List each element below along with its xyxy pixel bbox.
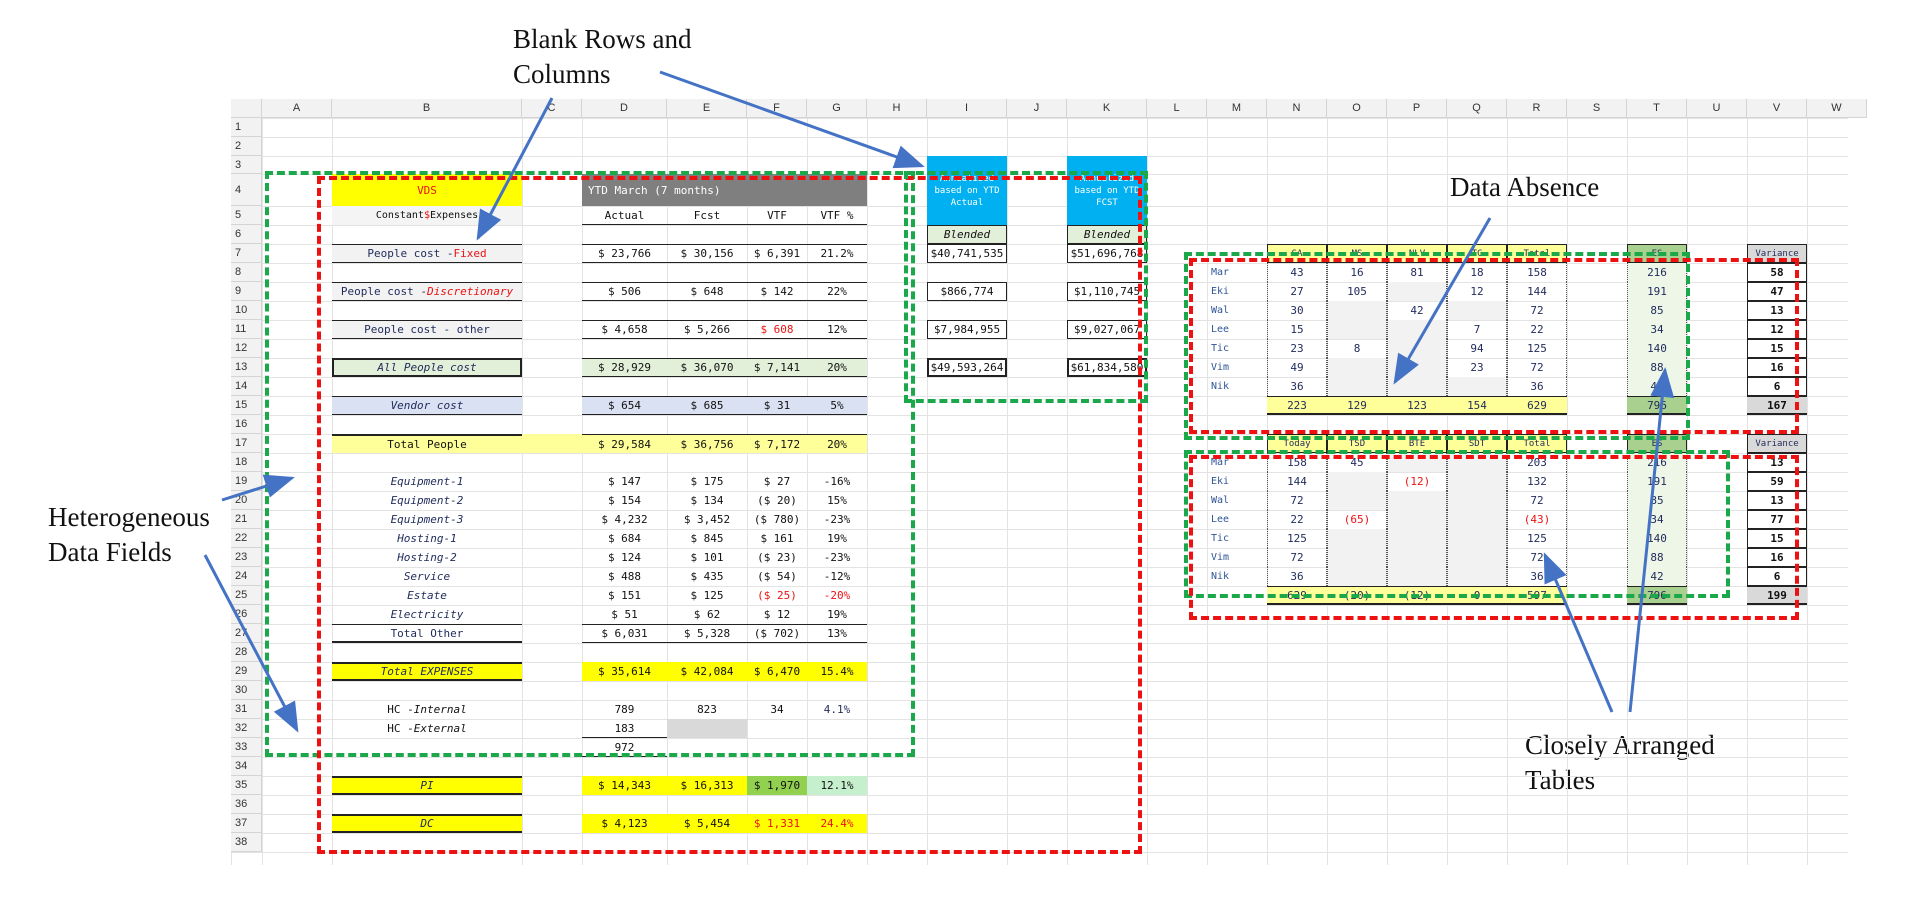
spreadsheet: Blank Rows and Columns Data Absence Hete… bbox=[0, 0, 1925, 909]
annotation-arrows bbox=[203, 70, 1675, 733]
